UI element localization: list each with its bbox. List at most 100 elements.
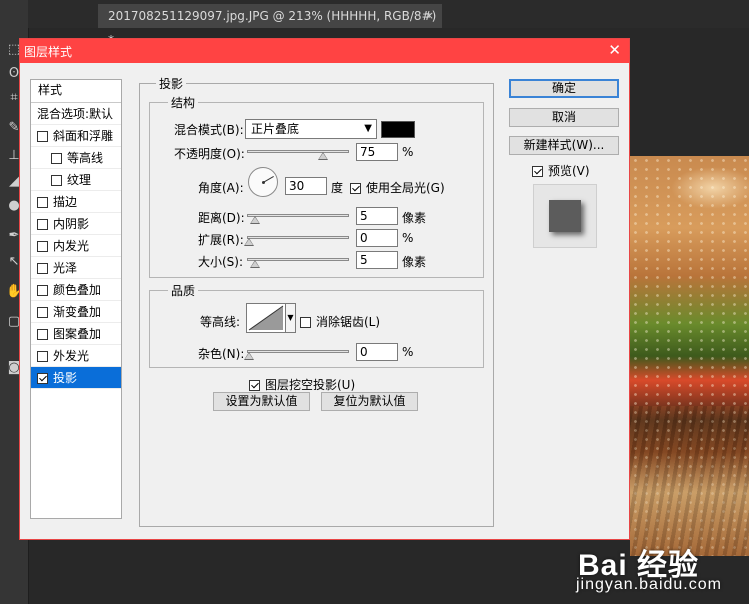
distance-slider-thumb[interactable] [250,216,260,224]
size-slider-thumb[interactable] [250,260,260,268]
style-item[interactable]: 颜色叠加 [31,279,121,301]
drop-shadow-title: 投影 [156,75,187,92]
tab-close-icon[interactable]: × [425,4,434,28]
cancel-button[interactable]: 取消 [509,108,619,127]
noise-label: 杂色(N): [198,347,245,361]
spread-slider-thumb[interactable] [244,238,254,246]
style-item-label: 内发光 [53,239,90,253]
style-item-label: 投影 [53,371,78,385]
style-item-checkbox[interactable] [37,373,48,384]
angle-unit: 度 [331,181,344,195]
antialias-checkbox[interactable] [300,317,311,328]
style-item[interactable]: 内发光 [31,235,121,257]
style-item-label: 光泽 [53,261,78,275]
style-item-checkbox[interactable] [51,153,62,164]
blend-mode-select[interactable]: 正片叠底 ▼ [245,119,377,139]
image-canvas[interactable] [630,156,749,556]
new-style-button[interactable]: 新建样式(W)... [509,136,619,155]
size-label: 大小(S): [198,255,244,269]
knockout-option[interactable]: 图层挖空投影(U) [249,376,355,393]
styles-header[interactable]: 样式 [31,80,121,103]
preview-option[interactable]: 预览(V) [532,162,590,179]
noise-slider-thumb[interactable] [244,352,254,360]
distance-unit: 像素 [402,211,427,225]
spread-unit: % [402,231,414,245]
noise-unit: % [402,345,414,359]
style-item[interactable]: 描边 [31,191,121,213]
document-tab[interactable]: 201708251129097.jpg.JPG @ 213% (HHHHH, R… [98,4,442,47]
style-item-checkbox[interactable] [37,197,48,208]
document-tab-strip: 201708251129097.jpg.JPG @ 213% (HHHHH, R… [28,0,749,47]
quality-group: 品质 等高线: ▼ 消除锯齿(L) 杂色(N): 0 % [149,282,484,368]
style-item[interactable]: 渐变叠加 [31,301,121,323]
styles-list: 样式 混合选项:默认 斜面和浮雕 等高线 纹理 描边 内阴影内发光光泽颜色叠加渐变叠加图… [30,79,122,519]
blend-mode-value: 正片叠底 [251,122,300,136]
preview-swatch [549,200,581,232]
spread-input[interactable]: 0 [356,229,398,247]
style-item[interactable]: 投影 [31,367,121,389]
knockout-label: 图层挖空投影(U) [265,378,356,392]
antialias-option[interactable]: 消除锯齿(L) [300,313,380,330]
canvas-wood-texture [630,406,749,556]
style-item-checkbox[interactable] [37,131,48,142]
angle-input[interactable]: 30 [285,177,327,195]
spread-slider[interactable] [244,236,349,246]
knockout-checkbox[interactable] [249,380,260,391]
style-item[interactable]: 斜面和浮雕 [31,125,121,147]
noise-input[interactable]: 0 [356,343,398,361]
shadow-color-swatch[interactable] [381,121,415,138]
preview-checkbox[interactable] [532,166,543,177]
style-item-label: 渐变叠加 [53,305,102,319]
global-light-checkbox[interactable] [350,183,361,194]
style-item[interactable]: 纹理 [31,169,121,191]
distance-slider[interactable] [247,214,349,224]
opacity-slider-thumb[interactable] [318,152,328,160]
contour-curve-icon [248,305,284,331]
style-item-checkbox[interactable] [37,329,48,340]
blend-mode-label: 混合模式(B): [174,123,244,137]
distance-input[interactable]: 5 [356,207,398,225]
structure-group: 结构 混合模式(B): 正片叠底 ▼ 不透明度(O): 75 % 角度(A): … [149,94,484,278]
style-item-checkbox[interactable] [37,219,48,230]
style-item[interactable]: 等高线 [31,147,121,169]
angle-dial[interactable] [248,167,278,197]
size-input[interactable]: 5 [356,251,398,269]
drop-shadow-panel: 投影 结构 混合模式(B): 正片叠底 ▼ 不透明度(O): 75 % 角度(A… [139,75,494,527]
angle-dial-center [262,181,265,184]
close-icon[interactable]: ✕ [608,41,621,59]
watermark-url: jingyan.baidu.com [576,576,722,593]
noise-slider[interactable] [244,350,349,360]
dialog-titlebar[interactable]: 图层样式 ✕ [20,39,629,63]
style-item-checkbox[interactable] [51,175,62,186]
opacity-input[interactable]: 75 [356,143,398,161]
style-item[interactable]: 图案叠加 [31,323,121,345]
contour-picker[interactable] [246,303,286,333]
reset-default-button[interactable]: 复位为默认值 [321,392,418,411]
dialog-title: 图层样式 [24,45,73,59]
style-item-label: 外发光 [53,349,90,363]
antialias-label: 消除锯齿(L) [316,315,381,329]
style-item[interactable]: 外发光 [31,345,121,367]
global-light-option[interactable]: 使用全局光(G) [350,179,445,196]
style-item-label: 颜色叠加 [53,283,102,297]
size-slider[interactable] [247,258,349,268]
size-unit: 像素 [402,255,427,269]
style-item-checkbox[interactable] [37,351,48,362]
set-default-button[interactable]: 设置为默认值 [213,392,310,411]
style-preview [533,184,597,248]
style-item-checkbox[interactable] [37,241,48,252]
ok-button[interactable]: 确定 [509,79,619,98]
style-item-checkbox[interactable] [37,263,48,274]
spread-label: 扩展(R): [198,233,244,247]
style-item-checkbox[interactable] [37,285,48,296]
layer-style-dialog: 图层样式 ✕ 样式 混合选项:默认 斜面和浮雕 等高线 纹理 描边 内阴影内发光光泽颜色… [19,38,630,540]
style-item[interactable]: 光泽 [31,257,121,279]
angle-label: 角度(A): [198,181,244,195]
style-item[interactable]: 内阴影 [31,213,121,235]
blend-options-item[interactable]: 混合选项:默认 [31,103,121,125]
opacity-slider[interactable] [247,150,349,160]
contour-dropdown[interactable]: ▼ [286,303,296,333]
style-item-checkbox[interactable] [37,307,48,318]
style-items: 斜面和浮雕 等高线 纹理 描边 内阴影内发光光泽颜色叠加渐变叠加图案叠加外发光投影 [31,125,121,389]
baidu-watermark: Bai 经验 jingyan.baidu.com [566,536,746,602]
